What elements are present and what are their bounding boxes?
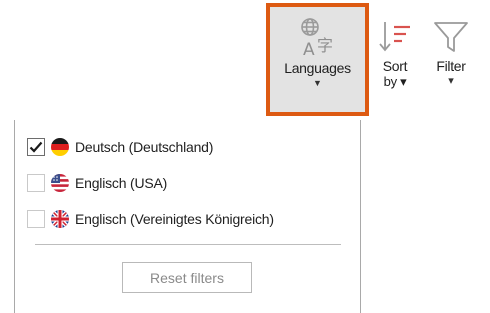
filter-option-german[interactable]: Deutsch (Deutschland) <box>27 136 213 158</box>
uk-flag-icon <box>51 210 69 228</box>
filter-button[interactable]: Filter ▾ <box>424 7 478 111</box>
languages-label: Languages <box>284 60 351 76</box>
option-label: Deutsch (Deutschland) <box>75 139 214 155</box>
translate-icon: A 字 <box>300 18 333 57</box>
svg-text:字: 字 <box>317 36 333 55</box>
option-label: Englisch (USA) <box>75 175 168 191</box>
sort-label: Sort <box>382 58 408 74</box>
filter-option-english-uk[interactable]: Englisch (Vereinigtes Königreich) <box>27 208 274 230</box>
usa-flag-icon <box>51 174 69 192</box>
checkbox-unchecked[interactable] <box>27 210 45 228</box>
languages-button[interactable]: A 字 Languages ▼ <box>266 3 369 116</box>
ribbon-toolbar: A 字 Languages ▼ Sort by ▾ Filter ▾ <box>266 3 490 116</box>
sort-descending-icon <box>379 22 410 52</box>
divider <box>35 244 341 245</box>
language-filter-dropdown: Deutsch (Deutschland) Englisch (USA) Eng… <box>14 120 361 313</box>
germany-flag-icon <box>51 138 69 156</box>
svg-text:A: A <box>303 40 315 57</box>
checkbox-unchecked[interactable] <box>27 174 45 192</box>
sort-by-button[interactable]: Sort by ▾ <box>373 7 417 111</box>
chevron-down-icon: ▾ <box>448 75 454 87</box>
chevron-down-icon: ▼ <box>313 78 322 88</box>
sort-by-label: by ▾ <box>383 74 407 89</box>
reset-filters-button[interactable]: Reset filters <box>122 262 252 293</box>
checkbox-checked[interactable] <box>27 138 45 156</box>
checkmark-icon <box>29 141 43 153</box>
filter-option-english-usa[interactable]: Englisch (USA) <box>27 172 167 194</box>
option-label: Englisch (Vereinigtes Königreich) <box>75 211 274 227</box>
filter-label: Filter <box>436 58 466 74</box>
filter-funnel-icon <box>434 22 468 52</box>
